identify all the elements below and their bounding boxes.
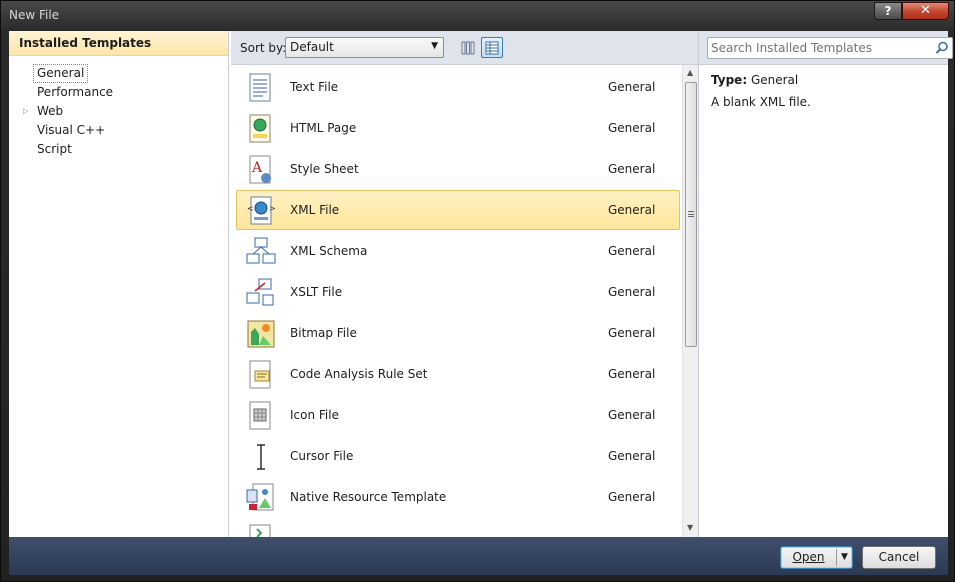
template-row-html-page[interactable]: HTML Page General <box>236 108 680 148</box>
template-name: Cursor File <box>290 449 354 463</box>
search-box[interactable] <box>707 37 953 59</box>
xslt-file-icon <box>246 278 274 306</box>
expand-arrow-icon[interactable]: ▷ <box>23 107 31 115</box>
template-category: General <box>608 121 656 135</box>
template-category: General <box>608 408 656 422</box>
list-toolbar: Sort by: Default ▼ <box>231 31 698 64</box>
template-name: Icon File <box>290 408 339 422</box>
xml-schema-icon <box>246 237 276 264</box>
dialog-button-bar: Open ▼ Cancel <box>9 537 948 575</box>
small-icons-view-button[interactable] <box>457 37 479 58</box>
text-file-icon <box>249 73 271 102</box>
close-button[interactable]: ✕ <box>902 2 949 20</box>
template-category: General <box>608 367 656 381</box>
window-title: New File <box>9 8 60 22</box>
search-toolbar <box>698 31 953 64</box>
dialog-client-area: Installed Templates General Performance ▷ W… <box>9 31 953 537</box>
search-input[interactable] <box>711 40 921 56</box>
template-category: General <box>608 490 656 504</box>
type-label: Type: <box>711 73 748 87</box>
tree-item-visual-c-[interactable]: Visual C++ <box>33 121 109 140</box>
template-name: Code Analysis Rule Set <box>290 367 428 381</box>
cursor-file-icon <box>257 444 265 470</box>
template-name: XSLT File <box>290 285 343 299</box>
template-name: XML File <box>290 203 340 217</box>
svg-text:<: < <box>247 204 254 213</box>
template-category: General <box>608 203 656 217</box>
template-category: General <box>608 285 656 299</box>
template-name: Style Sheet <box>290 162 359 176</box>
sort-by-value: Default <box>290 40 334 54</box>
template-name: Text File <box>290 80 339 94</box>
svg-text:A: A <box>251 160 263 176</box>
details-view-button[interactable] <box>481 37 503 58</box>
details-view-icon <box>485 41 499 55</box>
template-name: XML Schema <box>290 244 368 258</box>
tree-item-web[interactable]: Web <box>33 102 67 121</box>
template-row-code-analysis-rule-set[interactable]: Code Analysis Rule Set General <box>236 354 680 394</box>
template-row-xml-file[interactable]: < > XML File General <box>236 190 680 230</box>
sort-by-label: Sort by: <box>240 41 287 55</box>
template-category: General <box>608 162 656 176</box>
cancel-button[interactable]: Cancel <box>862 546 936 569</box>
template-category: General <box>608 80 656 94</box>
sort-by-dropdown[interactable]: Default ▼ <box>285 37 444 58</box>
search-icon[interactable] <box>935 41 949 58</box>
bitmap-file-icon <box>247 320 275 348</box>
template-name: Bitmap File <box>290 326 357 340</box>
open-button-label: Open <box>792 550 825 564</box>
template-details-panel: Type: General A blank XML file. <box>698 64 948 537</box>
rule-set-icon <box>249 360 271 389</box>
help-button[interactable]: ? <box>874 2 902 20</box>
template-row-cursor-file[interactable]: Cursor File General <box>236 436 680 476</box>
split-divider <box>836 549 837 566</box>
template-row-partial[interactable] <box>236 518 680 537</box>
partial-file-icon <box>249 524 271 537</box>
template-description: A blank XML file. <box>711 95 811 109</box>
html-page-icon <box>249 114 271 143</box>
tree-item-general[interactable]: General <box>33 64 89 83</box>
scroll-thumb[interactable] <box>685 82 697 347</box>
template-category: General <box>608 244 656 258</box>
template-category: General <box>608 449 656 463</box>
style-sheet-icon: A <box>249 155 271 184</box>
new-file-dialog: New File ? ✕ Installed Templates General… <box>0 0 955 582</box>
small-icons-view-icon <box>461 41 475 55</box>
template-name: HTML Page <box>290 121 357 135</box>
resource-template-icon <box>246 483 274 511</box>
template-name: Native Resource Template <box>290 490 447 504</box>
template-row-text-file[interactable]: Text File General <box>236 67 680 107</box>
open-button[interactable]: Open ▼ <box>780 546 853 569</box>
icon-file-icon <box>249 401 271 430</box>
installed-templates-header: Installed Templates <box>9 31 228 56</box>
title-bar[interactable]: New File ? ✕ <box>1 1 954 31</box>
type-value: General <box>750 73 799 87</box>
template-category: General <box>608 326 656 340</box>
template-row-bitmap-file[interactable]: Bitmap File General <box>236 313 680 353</box>
template-row-xslt-file[interactable]: XSLT File General <box>236 272 680 312</box>
tree-item-script[interactable]: Script <box>33 140 76 159</box>
template-row-style-sheet[interactable]: A Style Sheet General <box>236 149 680 189</box>
tree-item-performance[interactable]: Performance <box>33 83 117 102</box>
template-row-native-resource-template[interactable]: Native Resource Template General <box>236 477 680 517</box>
svg-text:>: > <box>269 204 276 213</box>
dropdown-arrow-icon: ▼ <box>431 41 438 51</box>
detail-type: Type: General <box>711 73 798 87</box>
open-options-arrow-icon[interactable]: ▼ <box>841 547 848 568</box>
template-list[interactable]: Text File General HTML Page General A Style S… <box>231 64 698 537</box>
scroll-up-icon[interactable]: ▲ <box>687 68 693 77</box>
template-row-icon-file[interactable]: Icon File General <box>236 395 680 435</box>
template-tree-panel: Installed Templates General Performance ▷ W… <box>9 31 229 537</box>
template-list-scrollbar[interactable]: ▲ ▼ <box>682 65 698 537</box>
scroll-down-icon[interactable]: ▼ <box>687 523 693 532</box>
grip-icon <box>688 211 694 217</box>
template-row-xml-schema[interactable]: XML Schema General <box>236 231 680 271</box>
xml-file-icon: < > <box>247 196 276 225</box>
